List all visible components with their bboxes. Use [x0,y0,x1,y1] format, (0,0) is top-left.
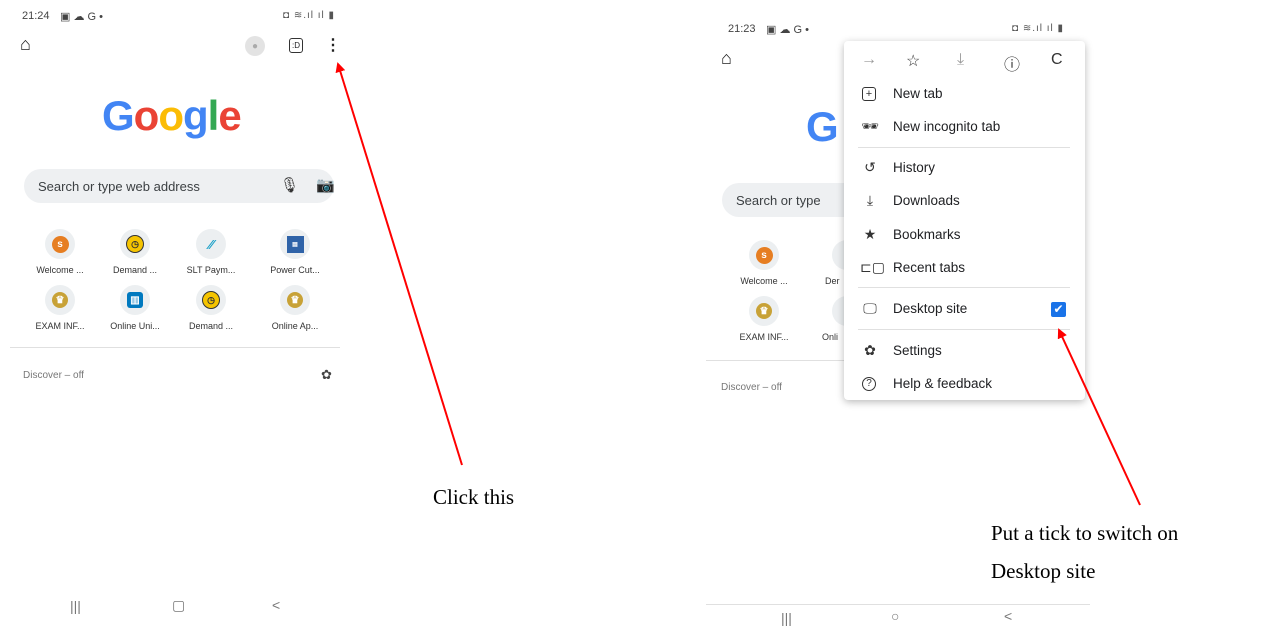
annotation-click-this: Click this [433,485,515,509]
arrow-to-desktop-checkbox [1057,328,1141,506]
annotation-tick-line1: Put a tick to switch on [991,521,1179,545]
annotation-tick-line2: Desktop site [991,559,1096,583]
arrow-to-menu-button [335,62,463,466]
